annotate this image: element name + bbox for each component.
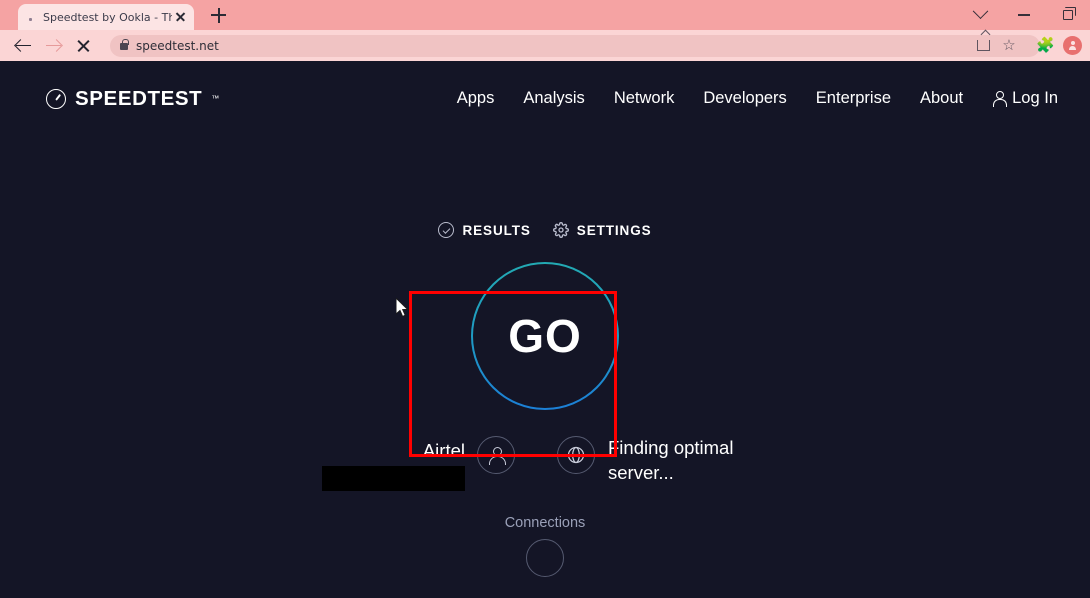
connection-info-row: Airtel Finding optimal server... [0, 432, 1090, 492]
arrow-left-icon [15, 39, 31, 52]
go-button[interactable]: GO [471, 262, 619, 410]
main-navigation: Apps Analysis Network Developers Enterpr… [457, 89, 1090, 108]
browser-tab[interactable]: Speedtest by Ookla - The Global [18, 4, 194, 30]
stop-loading-button[interactable] [68, 32, 98, 60]
forward-button[interactable] [38, 32, 68, 60]
nav-item-enterprise[interactable]: Enterprise [816, 89, 891, 108]
tab-close-icon[interactable] [174, 10, 188, 24]
page-content: SPEEDTEST ™ Apps Analysis Network Develo… [0, 61, 1090, 598]
speedometer-icon [46, 88, 66, 109]
tab-settings[interactable]: SETTINGS [552, 222, 652, 238]
logo-text: SPEEDTEST [75, 86, 203, 110]
chevron-down-icon [972, 2, 988, 19]
address-bar-url: speedtest.net [136, 38, 219, 53]
login-button[interactable]: Log In [992, 89, 1058, 108]
browser-toolbar-actions: 🧩 [1036, 30, 1082, 61]
connections-label: Connections [504, 515, 586, 532]
share-button[interactable] [970, 33, 996, 59]
isp-icon-circle [477, 436, 515, 474]
omnibox-actions: ☆ [970, 30, 1022, 61]
collapse-button[interactable] [958, 0, 1002, 30]
isp-block[interactable]: Airtel [322, 432, 515, 492]
arrow-right-icon [45, 39, 61, 52]
globe-icon [567, 446, 585, 464]
redacted-ip-address [322, 466, 465, 492]
isp-name: Airtel [422, 440, 465, 461]
logo-trademark: ™ [211, 94, 220, 103]
minimize-icon [1018, 14, 1030, 16]
avatar-icon[interactable] [1063, 36, 1082, 55]
speedtest-logo[interactable]: SPEEDTEST ™ [46, 87, 219, 111]
bookmark-button[interactable]: ☆ [996, 33, 1022, 59]
nav-item-analysis[interactable]: Analysis [523, 89, 584, 108]
check-circle-icon [438, 222, 455, 238]
tab-strip: Speedtest by Ookla - The Global [0, 0, 1090, 30]
star-icon: ☆ [1002, 37, 1016, 54]
tab-title: Speedtest by Ookla - The Global [43, 10, 172, 24]
window-controls [958, 0, 1090, 30]
stop-x-icon [76, 39, 90, 53]
minimize-button[interactable] [1002, 0, 1046, 30]
go-button-label: GO [508, 310, 582, 362]
new-tab-button[interactable] [206, 2, 232, 28]
connections-icon-circle[interactable] [526, 539, 564, 578]
login-label: Log In [1012, 89, 1058, 107]
nav-item-about[interactable]: About [920, 89, 963, 108]
server-status: Finding optimal server... [608, 437, 734, 483]
nav-item-network[interactable]: Network [614, 89, 675, 108]
site-header: SPEEDTEST ™ Apps Analysis Network Develo… [0, 61, 1090, 136]
back-button[interactable] [8, 32, 38, 60]
tab-results-label: RESULTS [462, 222, 531, 238]
gear-icon [552, 222, 569, 238]
share-icon [976, 40, 990, 51]
puzzle-icon[interactable]: 🧩 [1036, 38, 1055, 53]
tab-results[interactable]: RESULTS [438, 222, 530, 238]
person-icon [488, 446, 506, 465]
lock-icon [120, 39, 129, 50]
nav-item-developers[interactable]: Developers [703, 89, 786, 108]
nav-item-apps[interactable]: Apps [457, 89, 495, 108]
address-bar[interactable]: speedtest.net [110, 34, 1040, 57]
isp-text: Airtel [322, 432, 465, 492]
browser-navigation-bar: speedtest.net ☆ 🧩 [0, 30, 1090, 61]
tab-favicon-icon [26, 11, 38, 23]
connections-section: Connections [0, 515, 1090, 578]
server-icon-circle [557, 436, 595, 474]
go-button-area: GO [0, 262, 1090, 410]
tab-settings-label: SETTINGS [576, 222, 652, 238]
avatar-glyph [1069, 41, 1076, 50]
person-icon [992, 91, 1007, 107]
browser-window: Speedtest by Ookla - The Global speedtes… [0, 0, 1090, 598]
maximize-button[interactable] [1046, 0, 1090, 30]
maximize-icon [1063, 7, 1076, 20]
mouse-pointer-icon [396, 298, 409, 318]
results-settings-tabs: RESULTS SETTINGS [0, 222, 1090, 238]
server-block[interactable]: Finding optimal server... [557, 432, 768, 486]
